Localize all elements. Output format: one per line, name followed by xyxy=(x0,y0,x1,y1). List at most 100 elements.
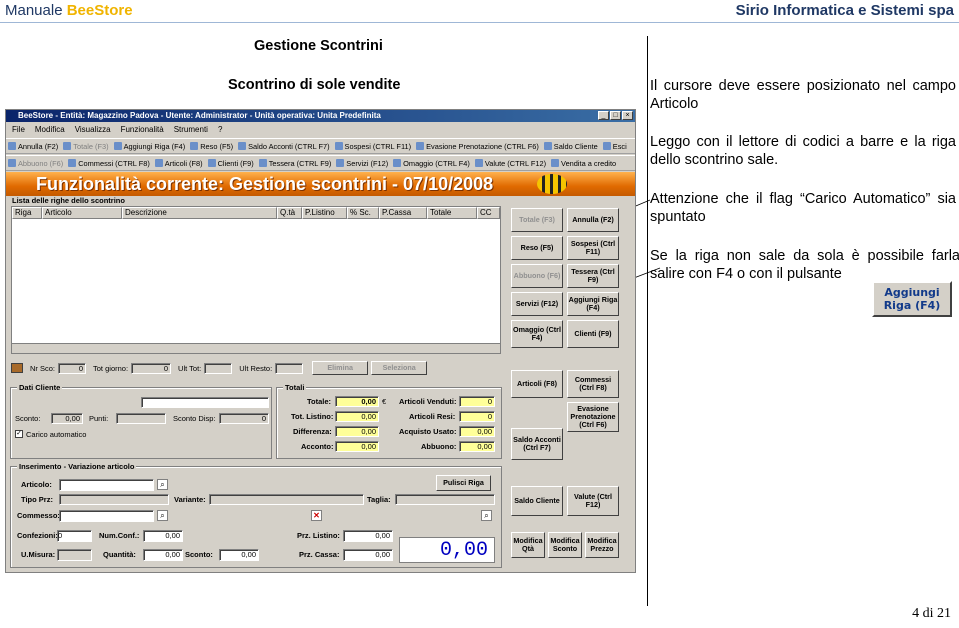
window-controls: _ □ × xyxy=(598,111,633,120)
tessera-button[interactable]: Tessera (Ctrl F9) xyxy=(567,264,619,288)
col-cc[interactable]: CC xyxy=(477,207,500,219)
tb-abbuono[interactable]: Abbuono (F6) xyxy=(6,156,66,170)
col-plistino[interactable]: P.Listino xyxy=(302,207,347,219)
col-pcassa[interactable]: P.Cassa xyxy=(379,207,427,219)
tb-commessi[interactable]: Commessi (CTRL F8) xyxy=(66,156,153,170)
aggiungi-riga-f4-button[interactable]: Aggiungi Riga (F4) xyxy=(567,292,619,316)
tb-esci[interactable]: Esci xyxy=(601,139,630,153)
beestore-window: BeeStore - Entità: Magazzino Padova - Ut… xyxy=(5,109,636,573)
tb-annulla[interactable]: Annulla (F2) xyxy=(6,139,61,153)
menu-modifica[interactable]: Modifica xyxy=(35,123,65,137)
lines-grid[interactable]: Riga Articolo Descrizione Q.tà P.Listino… xyxy=(11,206,501,354)
col-riga[interactable]: Riga xyxy=(12,207,42,219)
tipo-prz-label: Tipo Prz: xyxy=(21,495,53,504)
modifica-prezzo-button[interactable]: Modifica Prezzo xyxy=(585,532,619,558)
saldo-acconti-button[interactable]: Saldo Acconti (Ctrl F7) xyxy=(511,428,563,460)
elimina-button[interactable]: Elimina xyxy=(312,361,369,375)
tb-servizi[interactable]: Servizi (F12) xyxy=(334,156,391,170)
totale-f3-button[interactable]: Totale (F3) xyxy=(511,208,563,232)
tot-giorno-label: Tot giorno: xyxy=(93,363,129,373)
minimize-icon[interactable]: _ xyxy=(598,111,609,120)
num-conf-label: Num.Conf.: xyxy=(99,531,140,540)
tb-sospesi[interactable]: Sospesi (CTRL F11) xyxy=(333,139,415,153)
modifica-sconto-button[interactable]: Modifica Sconto xyxy=(548,532,582,558)
maximize-icon[interactable]: □ xyxy=(610,111,621,120)
menu-funzionalita[interactable]: Funzionalità xyxy=(121,123,164,137)
clienti-f9-button[interactable]: Clienti (F9) xyxy=(567,320,619,348)
search-commesso-icon[interactable]: ⌕ xyxy=(157,510,168,521)
cliente-field[interactable] xyxy=(141,397,269,408)
col-qta[interactable]: Q.tà xyxy=(277,207,302,219)
total-icon xyxy=(63,142,72,150)
tb-evasione[interactable]: Evasione Prenotazione (CTRL F6) xyxy=(414,139,542,153)
prz-cassa-input[interactable]: 0,00 xyxy=(343,549,393,561)
close-icon[interactable]: × xyxy=(622,111,633,120)
seleziona-button[interactable]: Seleziona xyxy=(371,361,428,375)
toolbar-1: Annulla (F2) Totale (F3) Aggiungi Riga (… xyxy=(6,138,635,154)
confezioni-label: Confezioni: xyxy=(17,531,58,540)
grid-scrollbar[interactable] xyxy=(12,343,500,353)
carico-automatico-label: Carico automatico xyxy=(26,430,87,439)
sconto-ins-input[interactable]: 0,00 xyxy=(219,549,259,561)
tipo-prz-field xyxy=(59,494,169,505)
search-articolo-icon[interactable]: ⌕ xyxy=(157,479,168,490)
pulisci-riga-button[interactable]: Pulisci Riga xyxy=(436,475,491,491)
card-icon xyxy=(258,159,267,167)
annulla-f2-button[interactable]: Annulla (F2) xyxy=(567,208,619,232)
tb-reso[interactable]: Reso (F5) xyxy=(188,139,236,153)
nr-sco-label: Nr Sco: xyxy=(30,363,56,373)
prz-listino-label: Prz. Listino: xyxy=(297,531,340,540)
valute-button[interactable]: Valute (Ctrl F12) xyxy=(567,486,619,516)
tb-omaggio[interactable]: Omaggio (CTRL F4) xyxy=(391,156,473,170)
commessi-button[interactable]: Commessi (Ctrl F8) xyxy=(567,370,619,398)
menu-visualizza[interactable]: Visualizza xyxy=(75,123,111,137)
menu-bar: File Modifica Visualizza Funzionalità St… xyxy=(6,123,635,137)
reso-f5-button[interactable]: Reso (F5) xyxy=(511,236,563,260)
customers-icon xyxy=(207,159,216,167)
clear-commesso-icon[interactable]: ✕ xyxy=(311,510,322,521)
col-totale[interactable]: Totale xyxy=(427,207,477,219)
col-articolo[interactable]: Articolo xyxy=(42,207,122,219)
omaggio-button[interactable]: Omaggio (Ctrl F4) xyxy=(511,320,563,348)
tb-aggiungi-riga[interactable]: Aggiungi Riga (F4) xyxy=(112,139,189,153)
tb-valute[interactable]: Valute (CTRL F12) xyxy=(473,156,549,170)
quantita-input[interactable]: 0,00 xyxy=(143,549,183,561)
modifica-qta-button[interactable]: Modifica Qtà xyxy=(511,532,545,558)
articolo-input[interactable] xyxy=(59,479,154,491)
tb-vendita-credito[interactable]: Vendita a credito xyxy=(549,156,619,170)
tb-tessera[interactable]: Tessera (CTRL F9) xyxy=(257,156,335,170)
resi-label: Articoli Resi: xyxy=(409,412,456,421)
tb-saldo-acconti[interactable]: Saldo Acconti (CTRL F7) xyxy=(236,139,332,153)
menu-file[interactable]: File xyxy=(12,123,25,137)
confezioni-input[interactable]: 0 xyxy=(57,530,92,542)
menu-strumenti[interactable]: Strumenti xyxy=(174,123,208,137)
tb-saldo-cliente[interactable]: Saldo Cliente xyxy=(542,139,601,153)
punti-field xyxy=(116,413,166,424)
col-sconto[interactable]: % Sc. xyxy=(347,207,379,219)
ult-resto-label: Ult Resto: xyxy=(239,363,273,373)
prz-listino-input[interactable]: 0,00 xyxy=(343,530,393,542)
drawer-icon[interactable] xyxy=(11,363,23,373)
articoli-f8-button[interactable]: Articoli (F8) xyxy=(511,370,563,398)
saldo-cliente-button[interactable]: Saldo Cliente xyxy=(511,486,563,516)
servizi-f12-button[interactable]: Servizi (F12) xyxy=(511,292,563,316)
undo-icon xyxy=(8,142,16,150)
tb-articoli[interactable]: Articoli (F8) xyxy=(153,156,206,170)
menu-help[interactable]: ? xyxy=(218,123,222,137)
sospesi-button[interactable]: Sospesi (Ctrl F11) xyxy=(567,236,619,260)
tb-clienti[interactable]: Clienti (F9) xyxy=(206,156,257,170)
tb-totale[interactable]: Totale (F3) xyxy=(61,139,111,153)
col-descrizione[interactable]: Descrizione xyxy=(122,207,277,219)
num-conf-input[interactable]: 0,00 xyxy=(143,530,183,542)
search-extra-icon[interactable]: ⌕ xyxy=(481,510,492,521)
abbuono-f6-button[interactable]: Abbuono (F6) xyxy=(511,264,563,288)
inserimento-label: Inserimento - Variazione articolo xyxy=(17,462,137,471)
discount-icon xyxy=(8,159,16,167)
bee-logo-icon xyxy=(537,174,567,194)
commesso-input[interactable] xyxy=(59,510,154,522)
lines-label: Lista delle righe dello scontrino xyxy=(12,196,125,205)
listino-label: Tot. Listino: xyxy=(291,412,334,421)
carico-automatico-checkbox[interactable]: ✓ xyxy=(15,430,23,438)
evasione-prenotazione-button[interactable]: Evasione Prenotazione (Ctrl F6) xyxy=(567,402,619,432)
ult-tot-field xyxy=(204,362,233,374)
